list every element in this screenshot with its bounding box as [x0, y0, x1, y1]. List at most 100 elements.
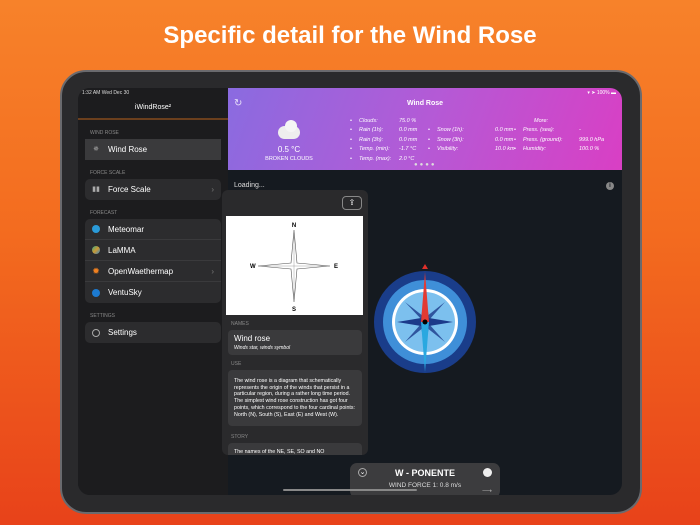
west-label: W: [250, 264, 256, 270]
arrow-right-icon: ⟶: [481, 488, 492, 495]
sidebar-item-settings[interactable]: Settings: [85, 322, 221, 343]
collapse-icon[interactable]: ⌄: [358, 468, 367, 477]
page-indicator[interactable]: ●●●●: [414, 162, 437, 168]
row-icon: •: [428, 136, 430, 143]
battery-label: 100%: [596, 90, 610, 96]
direction-label: W - PONENTE: [395, 468, 455, 478]
row-icon: •: [428, 127, 430, 134]
loading-label: Loading...: [234, 182, 265, 189]
weather-row: • Visibility: 10.0 km: [428, 146, 515, 155]
wind-rose-diagram: N S E W: [226, 216, 363, 315]
weather-row: • Press. (sea): -: [514, 127, 604, 136]
sidebar-item-lamma[interactable]: LaMMA: [85, 240, 221, 261]
headline: Specific detail for the Wind Rose: [163, 22, 537, 49]
row-value: 2.0 °C: [399, 155, 415, 162]
gear-icon: [92, 328, 100, 337]
condition: BROKEN CLOUDS: [265, 156, 313, 162]
weather-row: • Snow (1h): 0.0 mm: [428, 127, 515, 136]
row-label: Visibility:: [437, 146, 459, 153]
weather-row: • Clouds: 75.0 %: [350, 118, 417, 127]
item-label: Wind Rose: [108, 145, 148, 154]
row-icon: •: [428, 146, 430, 153]
row-value: 100.0 %: [579, 146, 600, 153]
row-label: Clouds:: [359, 118, 378, 124]
item-label: OpenWaethermap: [108, 266, 174, 276]
item-label: Meteomar: [108, 224, 145, 234]
book-icon: ▮▮: [92, 185, 100, 193]
sidebar-item-wind-rose[interactable]: ✵ Wind Rose: [85, 139, 221, 160]
weather-row: • Temp. (max): 2.0 °C: [350, 156, 417, 165]
row-value: 0.0 mm: [495, 136, 514, 143]
cloud-icon: [278, 120, 300, 139]
ventusky-icon: [92, 288, 100, 297]
row-icon: •: [350, 136, 352, 143]
weather-row: • Rain (3h): 0.0 mm: [350, 137, 417, 146]
section-label: SETTINGS: [90, 313, 116, 319]
row-icon: •: [350, 155, 352, 162]
row-value: 0.0 mm: [399, 136, 418, 143]
weather-col-1: • Clouds: 75.0 % • Rain (1h): 0.0 mm • Rain (3h…: [350, 118, 417, 165]
home-indicator: [283, 489, 417, 491]
row-icon: •: [514, 127, 516, 134]
sidebar-item-ventusky[interactable]: VentuSky: [85, 282, 221, 303]
chevron-right-icon: ›: [211, 266, 214, 276]
row-label: Rain (1h):: [359, 127, 384, 134]
battery-status: ▾ ➤ 100% ▬: [587, 90, 616, 96]
row-label: Snow (1h):: [437, 127, 464, 134]
sidebar-item-force-scale[interactable]: ▮▮ Force Scale ›: [85, 179, 221, 200]
north-label: N: [292, 223, 296, 229]
weather-row: • Rain (1h): 0.0 mm: [350, 127, 417, 136]
wind-icon[interactable]: [483, 468, 492, 477]
wind-force-label: WIND FORCE 1: 0.8 m/s: [388, 482, 462, 489]
use-label: USE: [231, 361, 242, 367]
row-icon: •: [350, 118, 352, 124]
row-value: 999.0 hPa: [579, 136, 605, 143]
story-text: The names of the NE, SE, SO and NO: [228, 443, 362, 455]
compass-rose: [370, 262, 480, 382]
weather-col-3: More: • Press. (sea): - • Press. (ground): 999…: [514, 118, 604, 152]
section-label: FORECAST: [90, 210, 118, 216]
section-label: WIND ROSE: [90, 130, 119, 136]
east-label: E: [334, 264, 338, 270]
share-button[interactable]: ⇪: [342, 196, 362, 210]
row-icon: •: [350, 146, 352, 153]
row-icon: •: [514, 136, 516, 143]
weather-row: • Press. (ground): 999.0 hPa: [514, 137, 604, 146]
weather-row: • Snow (3h): 0.0 mm: [428, 137, 515, 146]
sidebar-item-meteomar[interactable]: Meteomar: [85, 219, 221, 240]
item-label: Force Scale: [108, 185, 151, 194]
row-value: 75.0 %: [399, 118, 417, 124]
use-text: The wind rose is a diagram that schemati…: [228, 370, 362, 427]
wind-rose-detail-popover: ⇪ N S E W NAMES Wind rose Winds star, wi…: [222, 190, 368, 455]
sidebar-title: iWindRose²: [78, 104, 228, 120]
rose-name: Wind rose: [234, 334, 271, 343]
item-label: LaMMA: [108, 245, 136, 255]
story-label: STORY: [231, 434, 249, 441]
item-label: VentuSky: [108, 288, 142, 297]
rose-aliases: Winds star, winds symbol: [234, 345, 291, 351]
row-value: 10.0 km: [495, 146, 515, 153]
names-label: NAMES: [231, 321, 249, 327]
more-label: More:: [534, 118, 549, 124]
row-label: Press. (sea):: [523, 127, 555, 134]
row-label: Snow (3h):: [437, 136, 464, 143]
weather-header: ▾ ➤ 100% ▬ ↻ Wind Rose 0.5 °C BROKEN CLO…: [228, 88, 622, 170]
sun-icon: ✹: [92, 266, 100, 276]
row-value: 0.0 mm: [399, 127, 418, 134]
row-label: Press. (ground):: [523, 136, 563, 143]
south-label: S: [292, 307, 296, 313]
section-label: FORCE SCALE: [90, 170, 126, 176]
row-value: -1.7 °C: [399, 146, 417, 153]
row-label: Temp. (max):: [359, 155, 392, 162]
weather-row: • Temp. (min): -1.7 °C: [350, 146, 417, 155]
sidebar-item-openweathermap[interactable]: ✹ OpenWaethermap ›: [85, 261, 221, 282]
lamma-icon: [92, 246, 100, 254]
row-icon: •: [514, 146, 516, 153]
info-icon[interactable]: i: [606, 182, 614, 190]
row-icon: •: [350, 127, 352, 134]
header-title: Wind Rose: [406, 100, 444, 107]
weather-row: • Humidity: 100.0 %: [514, 146, 604, 155]
row-label: Rain (3h):: [359, 136, 384, 143]
row-value: 0.0 mm: [495, 127, 514, 134]
chevron-right-icon: ›: [211, 185, 214, 194]
